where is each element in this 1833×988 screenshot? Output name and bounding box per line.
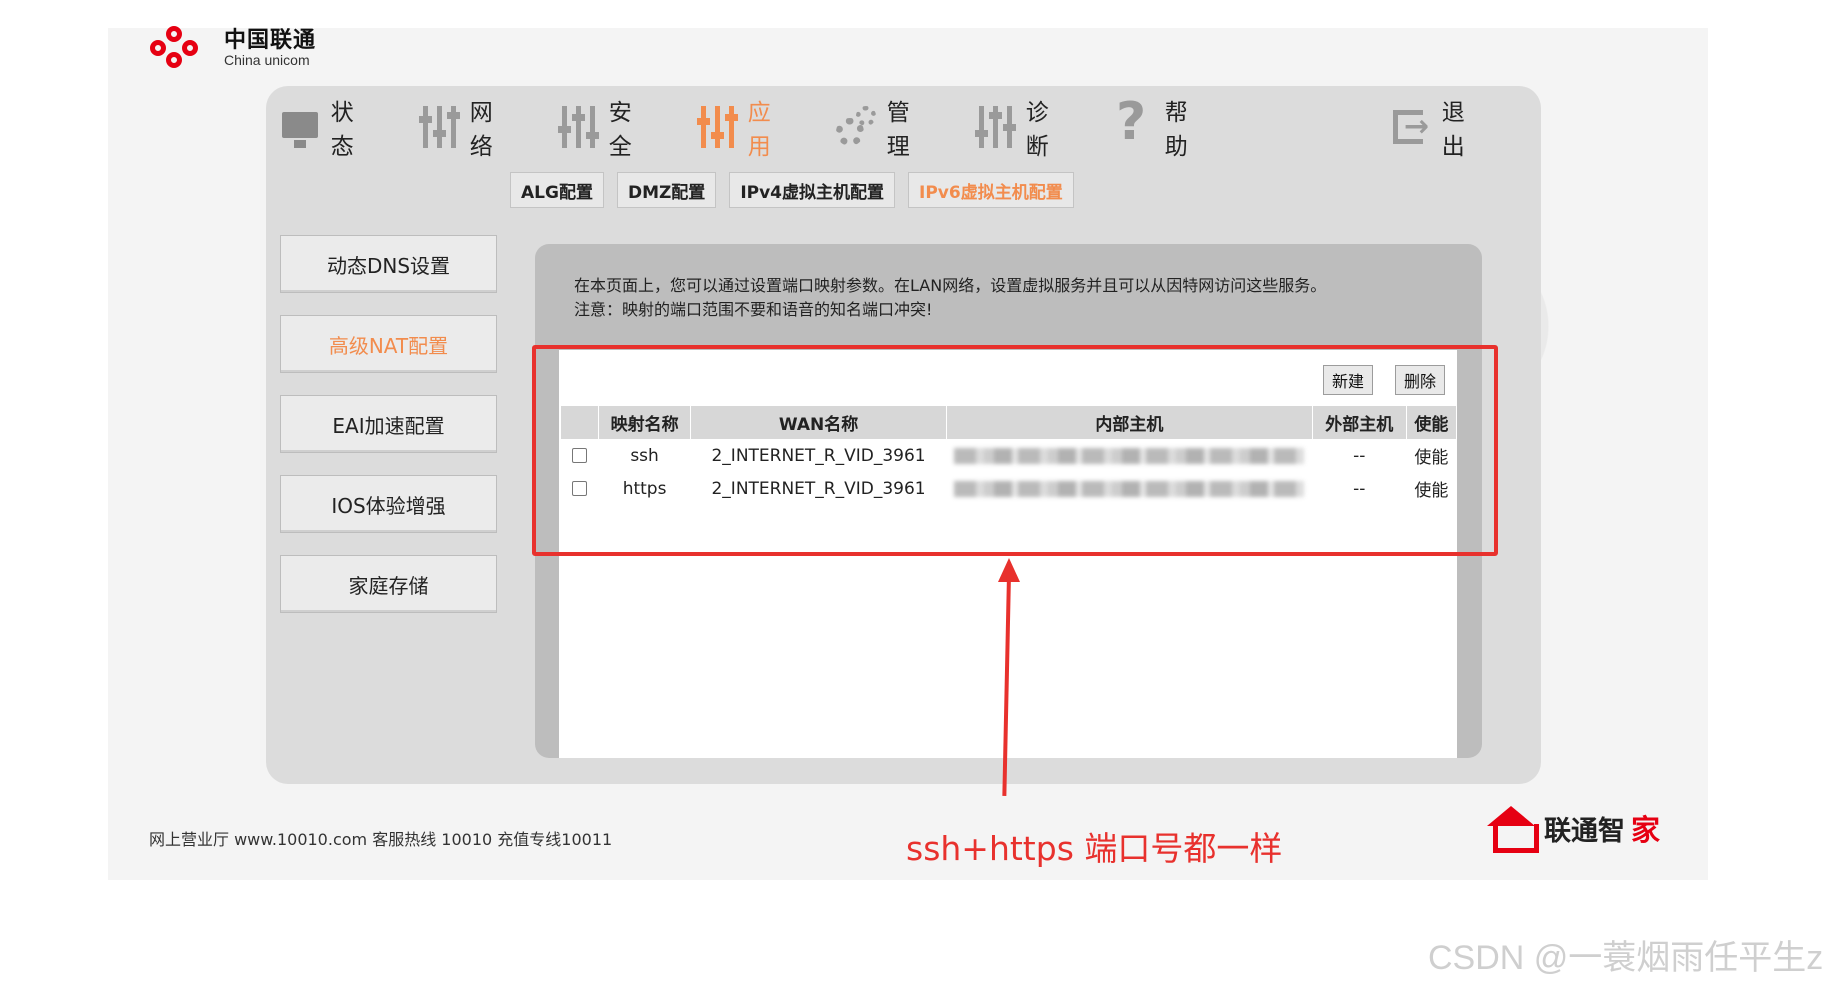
nav-security[interactable]: 安全 bbox=[558, 95, 649, 160]
nav-help[interactable]: ? 帮助 bbox=[1114, 92, 1205, 160]
nav-label: 管理 bbox=[886, 100, 910, 160]
tab-ipv6-virtual-host[interactable]: IPv6虚拟主机配置 bbox=[908, 172, 1074, 208]
tab-ipv4-virtual-host[interactable]: IPv4虚拟主机配置 bbox=[729, 172, 896, 208]
nav-logout[interactable]: 退出 bbox=[1391, 95, 1482, 160]
nav-management[interactable]: 管理 bbox=[836, 95, 927, 160]
unicom-knot-icon bbox=[148, 22, 216, 76]
zhijia-text-1: 联通智 bbox=[1544, 815, 1625, 847]
top-navigation: 状态 网络 安全 应用 管理 诊断 ? 帮助 → 退出 bbox=[280, 92, 1530, 160]
nav-application[interactable]: 应用 bbox=[697, 95, 788, 160]
nav-network[interactable]: 网络 bbox=[419, 95, 510, 160]
exit-icon bbox=[1391, 104, 1429, 150]
nav-label: 退出 bbox=[1441, 100, 1465, 160]
tab-alg[interactable]: ALG配置 bbox=[510, 172, 604, 208]
brand-name-cn: 中国联通 bbox=[224, 28, 317, 54]
nav-label: 帮助 bbox=[1164, 100, 1188, 160]
china-unicom-logo: 中国联通 China unicom bbox=[148, 22, 316, 76]
sliders-icon bbox=[697, 104, 738, 150]
intro-text: 在本页面上，您可以通过设置端口映射参数。在LAN网络，设置虚拟服务并且可以从因特… bbox=[574, 274, 1326, 322]
zhijia-text-2: 家 bbox=[1631, 813, 1661, 847]
unicom-zhijia-logo: 联通智家 bbox=[1484, 806, 1661, 853]
monitor-icon bbox=[280, 104, 318, 150]
sidebar-item-storage[interactable]: 家庭存储 bbox=[280, 555, 497, 613]
sidebar-item-ddns[interactable]: 动态DNS设置 bbox=[280, 235, 497, 293]
tab-dmz[interactable]: DMZ配置 bbox=[616, 172, 717, 208]
sliders-icon bbox=[558, 104, 599, 150]
nav-status[interactable]: 状态 bbox=[280, 95, 371, 160]
house-icon bbox=[1484, 806, 1539, 853]
nav-label: 状态 bbox=[330, 100, 354, 160]
intro-line-1: 在本页面上，您可以通过设置端口映射参数。在LAN网络，设置虚拟服务并且可以从因特… bbox=[574, 276, 1327, 295]
sliders-icon bbox=[419, 104, 460, 150]
nav-label: 网络 bbox=[469, 100, 493, 160]
screenshot-root: 中国联通 China unicom 状态 网络 安全 应用 管理 诊断 ? 帮助… bbox=[0, 0, 1833, 988]
nav-label: 安全 bbox=[608, 100, 632, 160]
red-highlight-box bbox=[532, 345, 1498, 556]
sidebar-item-eai[interactable]: EAI加速配置 bbox=[280, 395, 497, 453]
csdn-watermark: CSDN @一蓑烟雨任平生z bbox=[1428, 939, 1824, 977]
sidebar: 动态DNS设置 高级NAT配置 EAI加速配置 IOS体验增强 家庭存储 bbox=[280, 235, 497, 635]
brand-name-en: China unicom bbox=[224, 52, 310, 69]
annotation-text: ssh+https 端口号都一样 bbox=[906, 829, 1283, 868]
nav-label: 诊断 bbox=[1025, 100, 1049, 160]
intro-line-2: 注意：映射的端口范围不要和语音的知名端口冲突! bbox=[574, 300, 933, 319]
sidebar-item-advanced-nat[interactable]: 高级NAT配置 bbox=[280, 315, 497, 373]
sub-tabs: ALG配置 DMZ配置 IPv4虚拟主机配置 IPv6虚拟主机配置 bbox=[510, 172, 1074, 208]
gear-icon bbox=[836, 104, 876, 150]
nav-diagnose[interactable]: 诊断 bbox=[975, 95, 1066, 160]
nav-label: 应用 bbox=[747, 100, 771, 160]
sidebar-item-ios[interactable]: IOS体验增强 bbox=[280, 475, 497, 533]
sliders-icon bbox=[975, 104, 1016, 150]
footer-contact: 网上营业厅 www.10010.com 客服热线 10010 充值专线10011 bbox=[149, 830, 613, 849]
question-icon: ? bbox=[1116, 92, 1147, 152]
